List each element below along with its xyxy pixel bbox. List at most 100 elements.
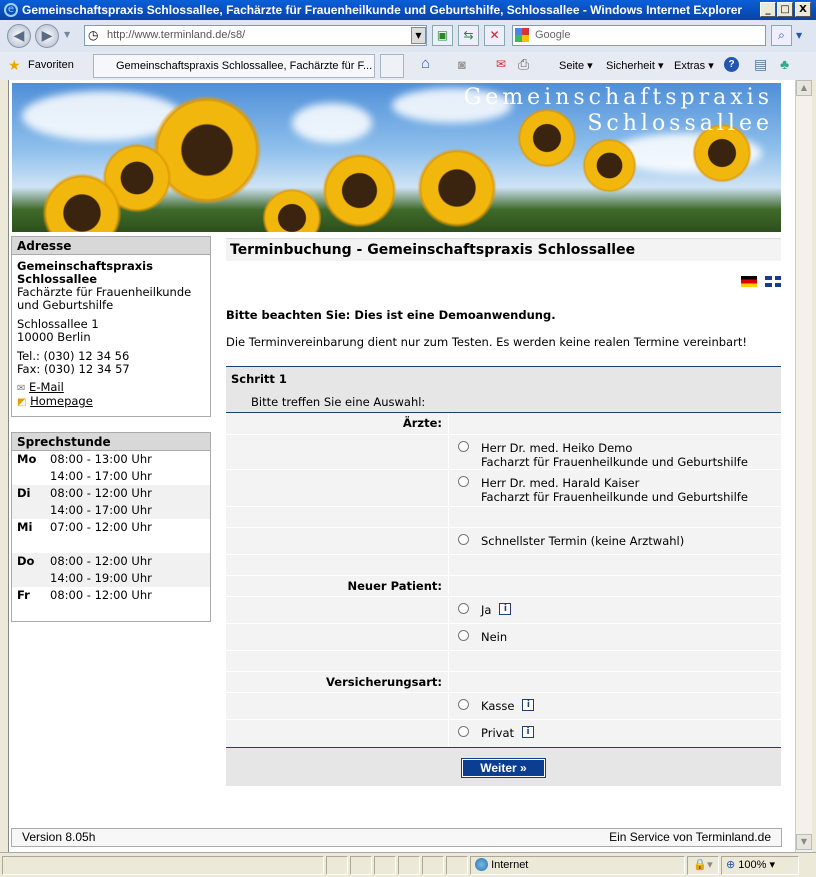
search-input[interactable]: Google [512, 25, 766, 46]
google-logo-icon [515, 28, 529, 42]
info-icon[interactable]: i [522, 726, 535, 738]
protected-mode-icon[interactable]: 🔒▾ [687, 856, 719, 875]
hours-row: 14:00 - 17:00 Uhr [12, 468, 210, 485]
hours-row: Fr 08:00 - 12:00 Uhr [12, 587, 210, 604]
specialty-2: und Geburtshilfe [17, 298, 114, 312]
insurance-kasse-option[interactable]: Kasse i [449, 693, 781, 719]
hours-row: Do 08:00 - 12:00 Uhr [12, 553, 210, 570]
hours-day [17, 468, 50, 485]
address-dropdown-button[interactable]: ▼ [411, 27, 426, 44]
hours-row: Di 08:00 - 12:00 Uhr [12, 485, 210, 502]
hours-day: Mi [17, 520, 33, 534]
address-heading: Adresse [12, 237, 210, 255]
new-tab-button[interactable] [380, 54, 404, 78]
new-patient-no-option[interactable]: Nein [449, 624, 781, 650]
external-link-icon: ◩ [17, 397, 27, 408]
stop-button[interactable]: ✕ [484, 25, 505, 46]
hours-time: 14:00 - 17:00 Uhr [50, 469, 152, 483]
back-button[interactable]: ◀ [7, 24, 31, 48]
print-icon[interactable]: ⎙ [518, 56, 529, 73]
home-icon[interactable]: ⌂ [421, 55, 430, 72]
scroll-up-button[interactable]: ▲ [796, 80, 812, 96]
info-icon[interactable]: i [522, 699, 535, 711]
service-text: Ein Service von Terminland.de [609, 830, 771, 844]
address-panel: Adresse Gemeinschaftspraxis Schlossallee… [11, 236, 211, 417]
insurance-privat-option[interactable]: Privat i [449, 720, 781, 747]
zoom-control[interactable]: ⊕ 100% ▾ [721, 856, 799, 875]
aerzte-label: Ärzte: [226, 413, 449, 434]
doctor-demo-option[interactable]: Herr Dr. med. Heiko Demo Facharzt für Fra… [449, 435, 781, 469]
hours-row: Mo 08:00 - 13:00 Uhr [12, 451, 210, 468]
step-heading: Schritt 1 [231, 372, 287, 386]
research-icon[interactable]: ▤ [754, 56, 767, 73]
booking-form: Schritt 1 Bitte treffen Sie eine Auswahl… [226, 366, 781, 786]
hours-day [17, 570, 50, 587]
close-window-button[interactable]: X [795, 2, 811, 17]
hours-row: 14:00 - 19:00 Uhr [12, 570, 210, 587]
fastest-appointment-option[interactable]: Schnellster Termin (keine Arztwahl) [449, 528, 781, 554]
hours-time: 08:00 - 12:00 Uhr [50, 588, 152, 602]
demo-notice: Bitte beachten Sie: Dies ist eine Demoan… [226, 308, 556, 322]
homepage-link[interactable]: Homepage [30, 394, 93, 408]
maximize-button[interactable]: □ [777, 2, 793, 17]
browser-tab[interactable]: Gemeinschaftspraxis Schlossallee, Fachär… [93, 54, 375, 78]
office-hours-panel: Sprechstunde Mo 08:00 - 13:00 Uhr 14:00 - … [11, 432, 211, 622]
radio-nein[interactable] [458, 630, 469, 641]
site-clock-icon: ◷ [88, 28, 99, 42]
search-options-icon[interactable]: ▼ [796, 31, 802, 40]
favorites-button[interactable]: Favoriten [28, 59, 74, 71]
hours-time: 07:00 - 12:00 Uhr [50, 520, 152, 534]
hours-time: 14:00 - 17:00 Uhr [50, 503, 152, 517]
email-icon: ✉ [17, 383, 26, 394]
new-patient-label: Neuer Patient: [226, 576, 449, 596]
address-input[interactable]: http://www.terminland.de/s8/ [84, 25, 427, 46]
window-title-bar: Gemeinschaftspraxis Schlossallee, Fachär… [0, 0, 816, 20]
mail-icon[interactable]: ✉ [496, 57, 506, 71]
hours-day: Do [17, 554, 35, 568]
navigation-bar: ◀ ▶ ▼ http://www.terminland.de/s8/ ◷ ▼ ▣… [0, 20, 816, 52]
favorites-star-icon: ★ [8, 57, 21, 73]
scroll-down-button[interactable]: ▼ [796, 834, 812, 850]
radio-doctor-kaiser[interactable] [458, 476, 469, 487]
feeds-icon[interactable]: ◙ [458, 57, 466, 72]
internet-zone-icon [475, 858, 488, 871]
radio-ja[interactable] [458, 603, 469, 614]
forward-button[interactable]: ▶ [35, 24, 59, 48]
hours-day [17, 502, 50, 519]
hours-day: Fr [17, 588, 30, 602]
info-icon[interactable]: i [499, 603, 512, 615]
seite-menu[interactable]: Seite ▾ [559, 59, 593, 72]
vertical-scrollbar[interactable]: ▲ ▼ [795, 80, 812, 852]
hours-row: Mi 07:00 - 12:00 Uhr [12, 519, 210, 536]
hours-day: Di [17, 486, 31, 500]
refresh-button[interactable]: ⇆ [458, 25, 479, 46]
english-flag-icon[interactable] [765, 276, 781, 287]
messenger-icon[interactable]: ♣ [780, 56, 789, 72]
email-link[interactable]: E-Mail [29, 380, 64, 394]
zoom-icon: ⊕ [726, 859, 736, 871]
hours-day [17, 536, 50, 553]
radio-fastest[interactable] [458, 534, 469, 545]
radio-kasse[interactable] [458, 699, 469, 710]
compatibility-view-button[interactable]: ▣ [432, 25, 453, 46]
sicherheit-menu[interactable]: Sicherheit ▾ [606, 59, 664, 72]
command-bar: ★ Favoriten Gemeinschaftspraxis Schlossa… [0, 52, 816, 80]
search-button[interactable]: ⌕ [771, 25, 792, 46]
hours-time: 08:00 - 12:00 Uhr [50, 554, 152, 568]
help-icon[interactable]: ? [724, 57, 739, 72]
weiter-button[interactable]: Weiter » [461, 758, 546, 778]
german-flag-icon[interactable] [741, 276, 757, 287]
hours-row: 14:00 - 17:00 Uhr [12, 502, 210, 519]
status-bar: Internet 🔒▾ ⊕ 100% ▾ [0, 852, 816, 877]
banner-title: Gemeinschaftspraxis Schlossallee [463, 85, 773, 136]
hours-time: 14:00 - 19:00 Uhr [50, 571, 152, 585]
radio-doctor-demo[interactable] [458, 441, 469, 452]
history-dropdown-icon[interactable]: ▼ [64, 30, 70, 39]
page-title: Terminbuchung - Gemeinschaftspraxis Schl… [226, 238, 781, 261]
doctor-kaiser-option[interactable]: Herr Dr. med. Harald Kaiser Facharzt für … [449, 470, 781, 506]
minimize-button[interactable]: _ [760, 2, 776, 17]
new-patient-yes-option[interactable]: Ja i [449, 597, 781, 623]
extras-menu[interactable]: Extras ▾ [674, 59, 714, 72]
radio-privat[interactable] [458, 726, 469, 737]
hours-row [12, 536, 210, 553]
